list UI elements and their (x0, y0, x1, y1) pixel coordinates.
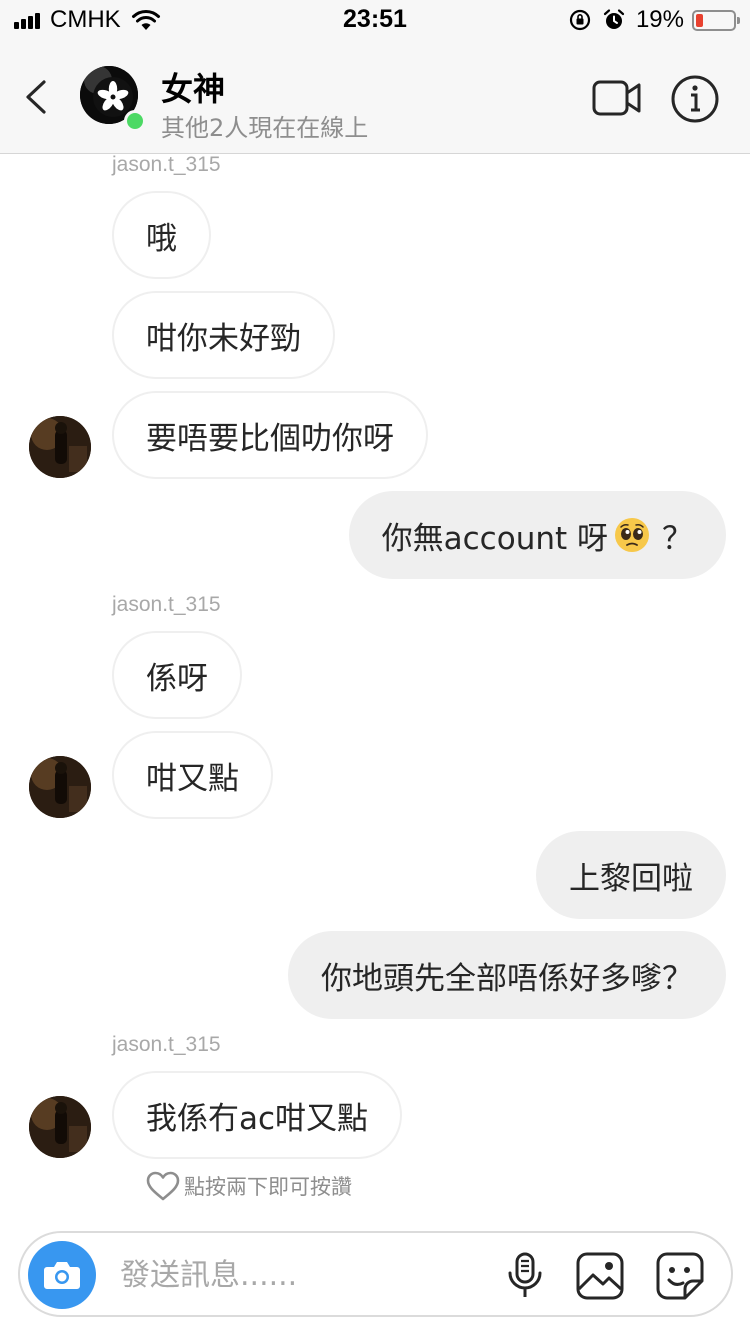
gallery-icon (576, 1252, 624, 1300)
status-right: 19% (568, 5, 740, 35)
incoming-message[interactable]: 要唔要比個叻你呀 (112, 391, 428, 479)
message-composer (18, 1231, 733, 1317)
incoming-message[interactable]: 係呀 (112, 631, 242, 719)
gallery-button[interactable] (575, 1251, 625, 1301)
outgoing-message[interactable]: 你無account 呀 ？ (348, 491, 726, 579)
voice-message-button[interactable] (505, 1251, 545, 1301)
message-text: 我係冇ac咁又點 (146, 1100, 369, 1137)
sender-avatar[interactable] (29, 756, 91, 818)
camera-icon (44, 1262, 80, 1289)
info-button[interactable] (670, 74, 720, 124)
chat-screen: CMHK 23:51 19% 女神 其他2人現在在線上 jason.t_315 … (0, 0, 750, 1334)
pleading-face-emoji (615, 518, 649, 552)
avatar-photo (29, 756, 91, 818)
sticker-button[interactable] (655, 1251, 705, 1301)
message-text: 係呀 (146, 660, 208, 697)
video-call-button[interactable] (592, 78, 642, 118)
avatar-photo (29, 416, 91, 478)
chat-header: 女神 其他2人現在在線上 (0, 40, 750, 154)
group-avatar-button[interactable] (80, 66, 146, 132)
message-text: 上黎回啦 (569, 860, 693, 897)
microphone-icon (508, 1252, 542, 1297)
message-text-suffix: ？ (662, 520, 693, 557)
incoming-message[interactable]: 咁又點 (112, 731, 273, 819)
message-text: 咁又點 (146, 760, 239, 797)
battery-level (696, 13, 703, 27)
message-text: 你地頭先全部唔係好多嗲？ (321, 960, 693, 997)
avatar-photo (29, 1096, 91, 1158)
outgoing-message[interactable]: 你地頭先全部唔係好多嗲？ (288, 931, 726, 1019)
incoming-message[interactable]: 咁你未好勁 (112, 291, 335, 379)
back-button[interactable] (18, 72, 58, 122)
chat-title[interactable]: 女神 (161, 64, 225, 110)
sender-avatar[interactable] (29, 1096, 91, 1158)
sticker-icon (656, 1252, 704, 1300)
like-hint[interactable]: 點按兩下即可按讚 (146, 1170, 352, 1202)
incoming-message[interactable]: 我係冇ac咁又點 (112, 1071, 403, 1159)
info-icon (671, 75, 719, 123)
outgoing-message[interactable]: 上黎回啦 (536, 831, 726, 919)
chevron-left-icon (26, 80, 46, 114)
message-text: 咁你未好勁 (146, 320, 301, 357)
alarm-icon (603, 9, 625, 29)
message-text: 哦 (146, 220, 177, 257)
heart-icon (146, 1171, 180, 1201)
sender-name: jason.t_315 (112, 593, 221, 616)
battery-icon (692, 9, 740, 31)
message-input[interactable] (120, 1247, 470, 1303)
online-indicator (124, 110, 146, 132)
video-camera-icon (592, 80, 641, 116)
incoming-message[interactable]: 哦 (112, 191, 211, 279)
sender-name: jason.t_315 (112, 153, 221, 176)
like-hint-text: 點按兩下即可按讚 (184, 1175, 352, 1199)
chat-online-status: 其他2人現在在線上 (161, 114, 369, 142)
sender-avatar[interactable] (29, 416, 91, 478)
camera-button[interactable] (28, 1241, 96, 1309)
sender-name: jason.t_315 (112, 1033, 221, 1056)
status-bar: CMHK 23:51 19% (0, 0, 750, 40)
battery-percent: 19% (635, 6, 684, 33)
message-text: 要唔要比個叻你呀 (146, 420, 394, 457)
message-text: 你無account 呀 (381, 520, 608, 557)
orientation-lock-icon (569, 9, 591, 31)
